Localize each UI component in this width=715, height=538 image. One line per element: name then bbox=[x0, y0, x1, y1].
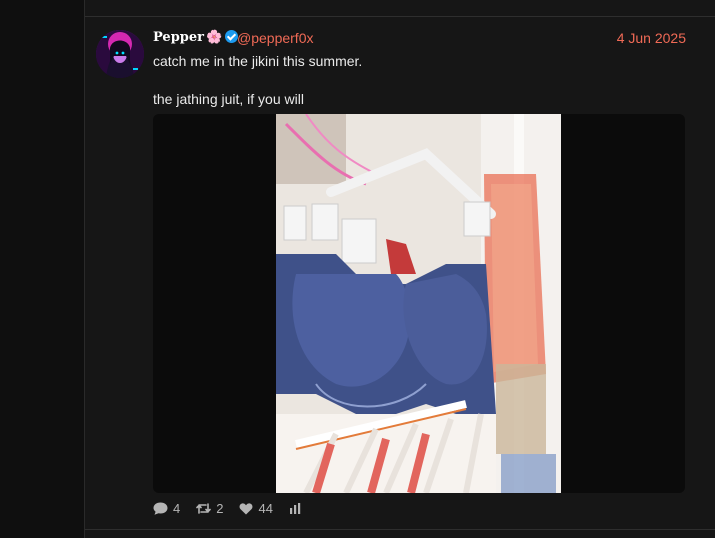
reply-count: 4 bbox=[173, 501, 181, 516]
analytics-icon bbox=[289, 503, 301, 514]
reply-button[interactable]: 4 bbox=[153, 501, 180, 516]
author-name[interactable]: Pepper 🌸 bbox=[153, 30, 239, 45]
post-date[interactable]: 4 Jun 2025 bbox=[617, 30, 686, 46]
repost-button[interactable]: 2 bbox=[196, 501, 223, 516]
photo-illustration bbox=[276, 114, 561, 493]
post-photo[interactable] bbox=[276, 114, 561, 493]
post-text-line-1: catch me in the jikini this summer. bbox=[153, 53, 363, 69]
display-name: Pepper bbox=[153, 30, 204, 45]
reply-icon bbox=[153, 502, 168, 515]
analytics-button[interactable] bbox=[289, 503, 301, 514]
post-media[interactable] bbox=[153, 114, 685, 493]
flower-emoji: 🌸 bbox=[206, 30, 223, 45]
like-button[interactable]: 44 bbox=[239, 501, 273, 516]
post-divider bbox=[85, 529, 715, 530]
previous-post-footer bbox=[85, 0, 715, 17]
heart-icon bbox=[239, 502, 253, 515]
avatar[interactable] bbox=[96, 30, 144, 78]
timeline-column: Pepper 🌸 @pepperf0x 4 Jun 2025 catch me i… bbox=[84, 0, 715, 538]
post-actions: 4 2 44 bbox=[153, 501, 301, 516]
repost-count: 2 bbox=[216, 501, 224, 516]
repost-icon bbox=[196, 502, 212, 515]
author-handle[interactable]: @pepperf0x bbox=[237, 30, 313, 46]
post-text-line-2: the jathing juit, if you will bbox=[153, 91, 304, 107]
like-count: 44 bbox=[258, 501, 273, 516]
